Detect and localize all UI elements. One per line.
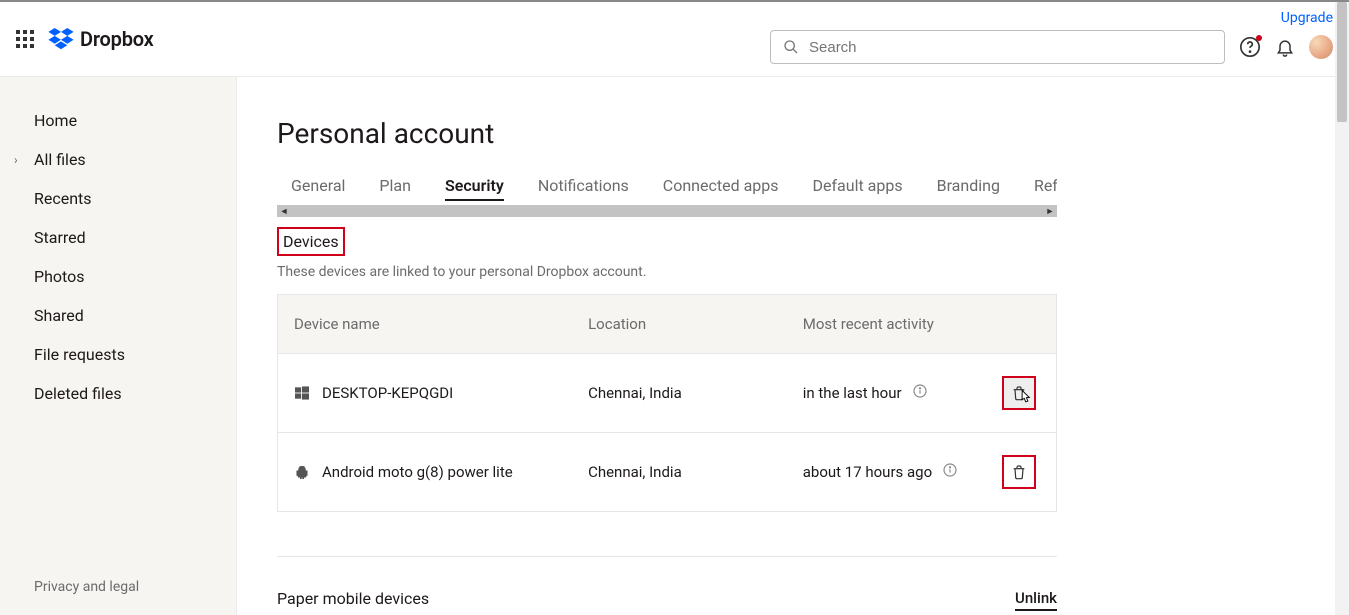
upgrade-link[interactable]: Upgrade	[1281, 10, 1333, 26]
tabs-container: General Plan Security Notifications Conn…	[277, 176, 1057, 217]
notifications-button[interactable]	[1275, 37, 1295, 57]
tab-plan[interactable]: Plan	[379, 176, 411, 201]
header: Dropbox Upgrade	[0, 2, 1349, 77]
search-box[interactable]	[770, 30, 1225, 64]
devices-section-subheading: These devices are linked to your persona…	[277, 264, 1309, 280]
sidebar-item-label: Recents	[34, 189, 92, 208]
brand-name: Dropbox	[80, 27, 154, 51]
main-content: Personal account General Plan Security N…	[237, 77, 1349, 615]
search-icon	[783, 39, 799, 55]
device-location: Chennai, India	[572, 354, 787, 433]
device-location: Chennai, India	[572, 433, 787, 512]
tabs: General Plan Security Notifications Conn…	[277, 176, 1057, 207]
page-vertical-scrollbar[interactable]	[1335, 2, 1349, 615]
column-location: Location	[572, 295, 787, 354]
bell-icon	[1275, 37, 1295, 57]
help-button[interactable]	[1239, 36, 1261, 58]
privacy-legal-link[interactable]: Privacy and legal	[0, 579, 236, 615]
tab-branding[interactable]: Branding	[937, 176, 1000, 201]
tabs-scroll-right-icon[interactable]: ►	[1043, 205, 1057, 217]
unlink-device-button[interactable]	[1002, 376, 1036, 410]
device-activity: about 17 hours ago	[803, 463, 932, 481]
column-actions	[986, 295, 1056, 354]
unlink-paper-button[interactable]: Unlink	[1015, 589, 1057, 611]
sidebar-item-label: File requests	[34, 345, 125, 364]
devices-table: Device name Location Most recent activit…	[277, 294, 1057, 512]
sidebar-item-label: All files	[34, 150, 86, 169]
sidebar-item-label: Deleted files	[34, 384, 122, 403]
sidebar-item-shared[interactable]: Shared	[0, 296, 236, 335]
info-icon[interactable]	[942, 462, 958, 482]
sidebar-item-all-files[interactable]: › All files	[0, 140, 236, 179]
device-activity: in the last hour	[803, 384, 902, 402]
trash-icon	[1011, 464, 1027, 480]
tab-connected-apps[interactable]: Connected apps	[663, 176, 779, 201]
sidebar-item-label: Photos	[34, 267, 85, 286]
chevron-right-icon: ›	[14, 153, 18, 167]
column-device-name: Device name	[278, 295, 573, 354]
paper-section-title: Paper mobile devices	[277, 589, 553, 608]
device-name: Android moto g(8) power lite	[322, 463, 513, 481]
device-name: DESKTOP-KEPQGDI	[322, 384, 453, 402]
app-launcher-icon[interactable]	[16, 30, 34, 48]
dropbox-icon	[48, 28, 74, 50]
scrollbar-thumb[interactable]	[1337, 2, 1347, 122]
help-notification-dot	[1256, 35, 1262, 41]
sidebar-item-recents[interactable]: Recents	[0, 179, 236, 218]
sidebar-item-label: Home	[34, 111, 77, 130]
sidebar-item-file-requests[interactable]: File requests	[0, 335, 236, 374]
tabs-horizontal-scrollbar[interactable]: ◄ ►	[277, 205, 1057, 217]
sidebar-item-label: Shared	[34, 306, 84, 325]
tabs-scroll-left-icon[interactable]: ◄	[277, 205, 291, 217]
sidebar: Home › All files Recents Starred Photos …	[0, 77, 237, 615]
brand-logo[interactable]: Dropbox	[48, 27, 154, 51]
sidebar-item-deleted-files[interactable]: Deleted files	[0, 374, 236, 413]
tab-refer[interactable]: Refer a	[1034, 176, 1057, 201]
sidebar-item-starred[interactable]: Starred	[0, 218, 236, 257]
paper-devices-section: Paper mobile devices Unlink all of your …	[277, 556, 1057, 615]
unlink-device-button[interactable]	[1002, 455, 1036, 489]
sidebar-item-home[interactable]: Home	[0, 101, 236, 140]
sidebar-item-label: Starred	[34, 228, 86, 247]
tab-security[interactable]: Security	[445, 176, 504, 201]
tab-general[interactable]: General	[291, 176, 345, 201]
table-row: DESKTOP-KEPQGDI Chennai, India in the la…	[278, 354, 1057, 433]
trash-icon	[1011, 385, 1027, 401]
sidebar-item-photos[interactable]: Photos	[0, 257, 236, 296]
info-icon[interactable]	[912, 383, 928, 403]
table-row: Android moto g(8) power lite Chennai, In…	[278, 433, 1057, 512]
devices-section-heading: Devices	[277, 227, 345, 256]
windows-icon	[294, 386, 310, 400]
tab-notifications[interactable]: Notifications	[538, 176, 629, 201]
android-icon	[294, 465, 310, 479]
avatar[interactable]	[1309, 35, 1333, 59]
column-activity: Most recent activity	[787, 295, 987, 354]
search-input[interactable]	[809, 39, 1212, 56]
page-title: Personal account	[277, 117, 1309, 150]
tab-default-apps[interactable]: Default apps	[813, 176, 903, 201]
